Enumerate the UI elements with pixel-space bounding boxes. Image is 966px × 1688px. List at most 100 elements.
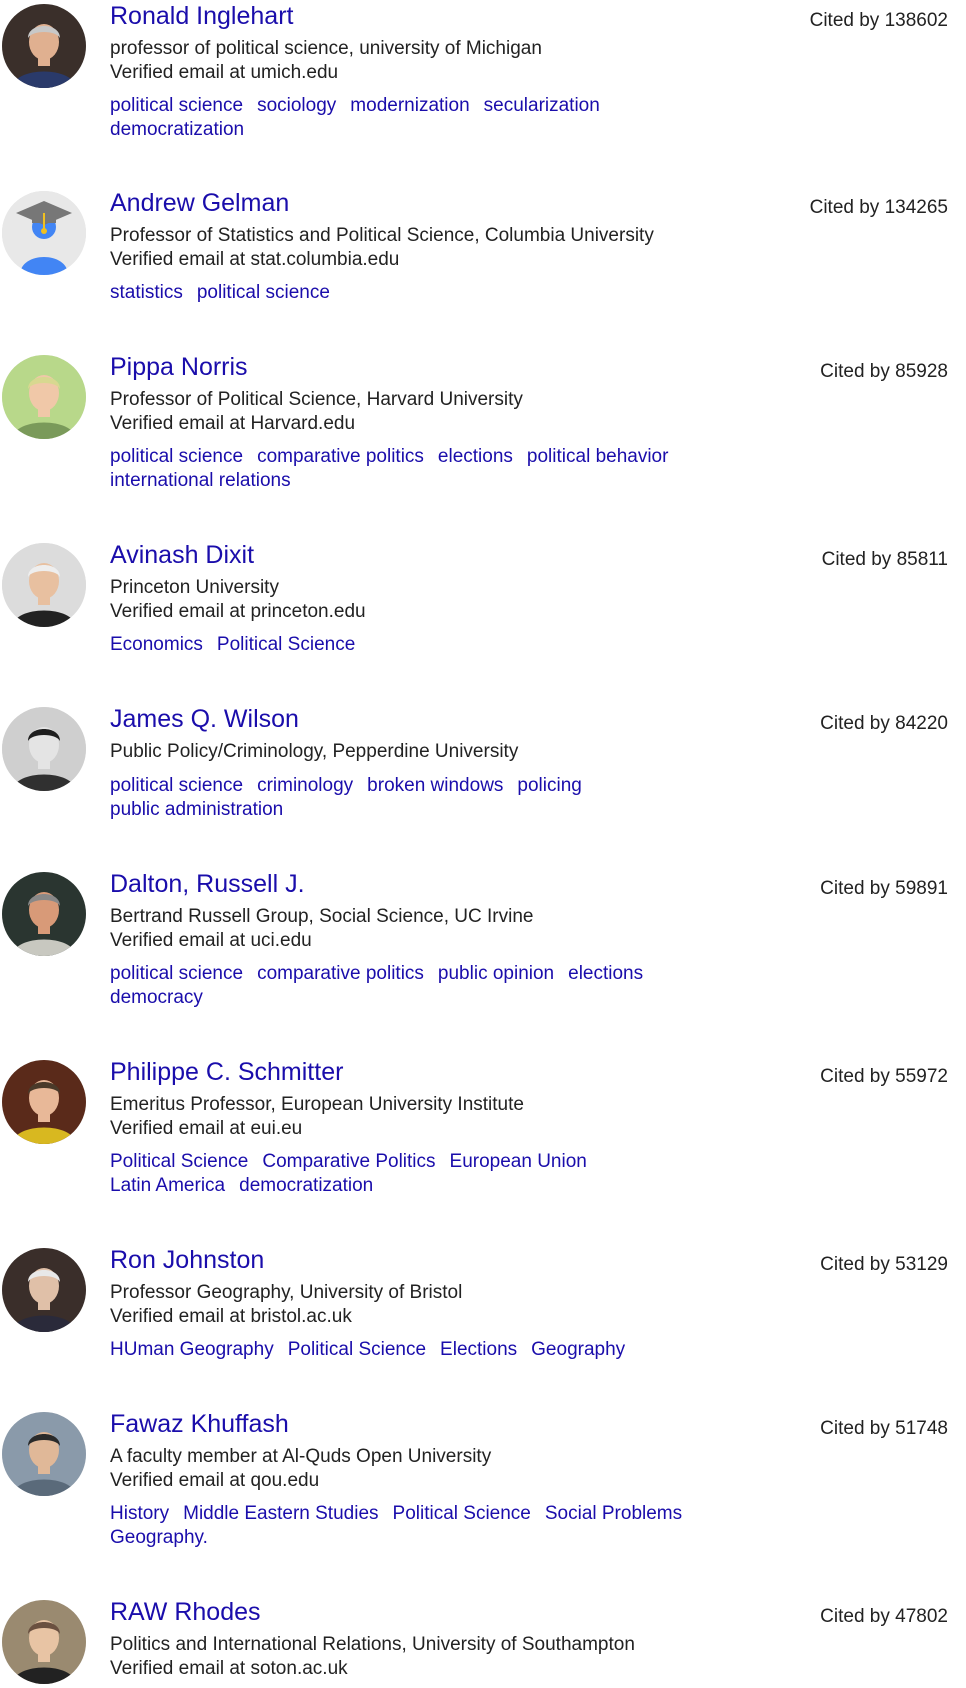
profile-affiliation: Bertrand Russell Group, Social Science, …: [110, 906, 534, 927]
verified-email: Verified email at umich.edu: [110, 62, 339, 83]
research-interests: History Middle Eastern Studies Political S…: [110, 1502, 710, 1550]
interest-link[interactable]: democracy: [110, 986, 203, 1010]
profile-name-link[interactable]: RAW Rhodes: [110, 1596, 261, 1628]
profile-name-link[interactable]: Ronald Inglehart: [110, 0, 293, 32]
person-photo-icon: [2, 1600, 86, 1684]
verified-email: Verified email at Harvard.edu: [110, 413, 356, 434]
profile-affiliation: Public Policy/Criminology, Pepperdine Un…: [110, 741, 519, 762]
interest-link[interactable]: Middle Eastern Studies: [183, 1502, 378, 1526]
interest-link[interactable]: political science: [110, 94, 243, 118]
research-interests: political science criminology broken windo…: [110, 774, 710, 822]
person-photo-icon: [2, 355, 86, 439]
interest-link[interactable]: political science: [110, 445, 243, 469]
cited-by-count: Cited by 55972: [820, 1066, 948, 1087]
profile-name-link[interactable]: Pippa Norris: [110, 351, 248, 383]
profile-avatar[interactable]: [2, 543, 86, 627]
interest-link[interactable]: Geography.: [110, 1526, 208, 1550]
profile-name-link[interactable]: Fawaz Khuffash: [110, 1408, 289, 1440]
profile-affiliation: Princeton University: [110, 577, 279, 598]
interest-link[interactable]: Social Problems: [545, 1502, 682, 1526]
verified-email: Verified email at bristol.ac.uk: [110, 1306, 352, 1327]
interest-link[interactable]: Comparative Politics: [262, 1150, 435, 1174]
profile-name-link[interactable]: Avinash Dixit: [110, 539, 254, 571]
interest-link[interactable]: Political Science: [393, 1502, 531, 1526]
verified-email: Verified email at uci.edu: [110, 930, 312, 951]
profile-avatar[interactable]: [2, 872, 86, 956]
interest-link[interactable]: European Union: [450, 1150, 587, 1174]
interest-link[interactable]: secularization: [484, 94, 600, 118]
interest-link[interactable]: comparative politics: [257, 962, 424, 986]
cited-by-count: Cited by 134265: [809, 197, 948, 218]
profile-name-link[interactable]: Ron Johnston: [110, 1244, 264, 1276]
cited-by-count: Cited by 85928: [820, 361, 948, 382]
research-interests: political science sociology modernization s…: [110, 94, 710, 142]
profile-affiliation: Professor of Political Science, Harvard …: [110, 389, 523, 410]
interest-link[interactable]: Political Science: [110, 1150, 248, 1174]
interest-link[interactable]: political behavior: [527, 445, 669, 469]
profile-avatar[interactable]: [2, 707, 86, 791]
profile-avatar[interactable]: [2, 1600, 86, 1684]
profile-name-link[interactable]: Dalton, Russell J.: [110, 868, 305, 900]
default-graduate-avatar-icon: [2, 191, 86, 275]
cited-by-count: Cited by 138602: [809, 10, 948, 31]
interest-link[interactable]: public opinion: [438, 962, 554, 986]
profile-avatar[interactable]: [2, 1412, 86, 1496]
person-photo-icon: [2, 1248, 86, 1332]
interest-link[interactable]: comparative politics: [257, 445, 424, 469]
profile-affiliation: Professor of Statistics and Political Sc…: [110, 225, 654, 246]
person-photo-icon: [2, 543, 86, 627]
verified-email: Verified email at eui.eu: [110, 1118, 303, 1139]
interest-link[interactable]: statistics: [110, 281, 183, 305]
verified-email: Verified email at soton.ac.uk: [110, 1658, 348, 1679]
interest-link[interactable]: Economics: [110, 633, 203, 657]
interest-link[interactable]: political science: [110, 962, 243, 986]
cited-by-count: Cited by 59891: [820, 878, 948, 899]
verified-email: Verified email at stat.columbia.edu: [110, 249, 400, 270]
profile-avatar[interactable]: [2, 4, 86, 88]
interest-link[interactable]: international relations: [110, 469, 291, 493]
profile-name-link[interactable]: Andrew Gelman: [110, 187, 289, 219]
person-photo-icon: [2, 4, 86, 88]
interest-link[interactable]: HUman Geography: [110, 1338, 274, 1362]
profile-affiliation: professor of political science, universi…: [110, 38, 542, 59]
cited-by-count: Cited by 84220: [820, 713, 948, 734]
profile-affiliation: Professor Geography, University of Brist…: [110, 1282, 463, 1303]
interest-link[interactable]: Elections: [440, 1338, 517, 1362]
interest-link[interactable]: Political Science: [217, 633, 355, 657]
interest-link[interactable]: Political Science: [288, 1338, 426, 1362]
interest-link[interactable]: public administration: [110, 798, 283, 822]
cited-by-count: Cited by 53129: [820, 1254, 948, 1275]
interest-link[interactable]: policing: [517, 774, 581, 798]
profile-avatar[interactable]: [2, 1060, 86, 1144]
profile-affiliation: Politics and International Relations, Un…: [110, 1634, 635, 1655]
interest-link[interactable]: modernization: [350, 94, 469, 118]
interest-link[interactable]: broken windows: [367, 774, 503, 798]
interest-link[interactable]: Geography: [531, 1338, 625, 1362]
person-photo-icon: [2, 707, 86, 791]
interest-link[interactable]: elections: [438, 445, 513, 469]
research-interests: HUman Geography Political Science Election…: [110, 1338, 710, 1362]
verified-email: Verified email at princeton.edu: [110, 601, 366, 622]
interest-link[interactable]: History: [110, 1502, 169, 1526]
profile-name-link[interactable]: Philippe C. Schmitter: [110, 1056, 343, 1088]
verified-email: Verified email at qou.edu: [110, 1470, 320, 1491]
profile-affiliation: Emeritus Professor, European University …: [110, 1094, 524, 1115]
profile-avatar[interactable]: [2, 191, 86, 275]
interest-link[interactable]: elections: [568, 962, 643, 986]
interest-link[interactable]: sociology: [257, 94, 336, 118]
profile-affiliation: A faculty member at Al-Quds Open Univers…: [110, 1446, 492, 1467]
interest-link[interactable]: criminology: [257, 774, 353, 798]
person-photo-icon: [2, 1060, 86, 1144]
interest-link[interactable]: democratization: [239, 1174, 373, 1198]
cited-by-count: Cited by 51748: [820, 1418, 948, 1439]
interest-link[interactable]: Latin America: [110, 1174, 225, 1198]
interest-link[interactable]: political science: [197, 281, 330, 305]
interest-link[interactable]: political science: [110, 774, 243, 798]
profile-name-link[interactable]: James Q. Wilson: [110, 703, 299, 735]
interest-link[interactable]: democratization: [110, 118, 244, 142]
cited-by-count: Cited by 85811: [821, 549, 948, 570]
cited-by-count: Cited by 47802: [820, 1606, 948, 1627]
research-interests: political science comparative politics pub…: [110, 962, 710, 1010]
profile-avatar[interactable]: [2, 1248, 86, 1332]
profile-avatar[interactable]: [2, 355, 86, 439]
